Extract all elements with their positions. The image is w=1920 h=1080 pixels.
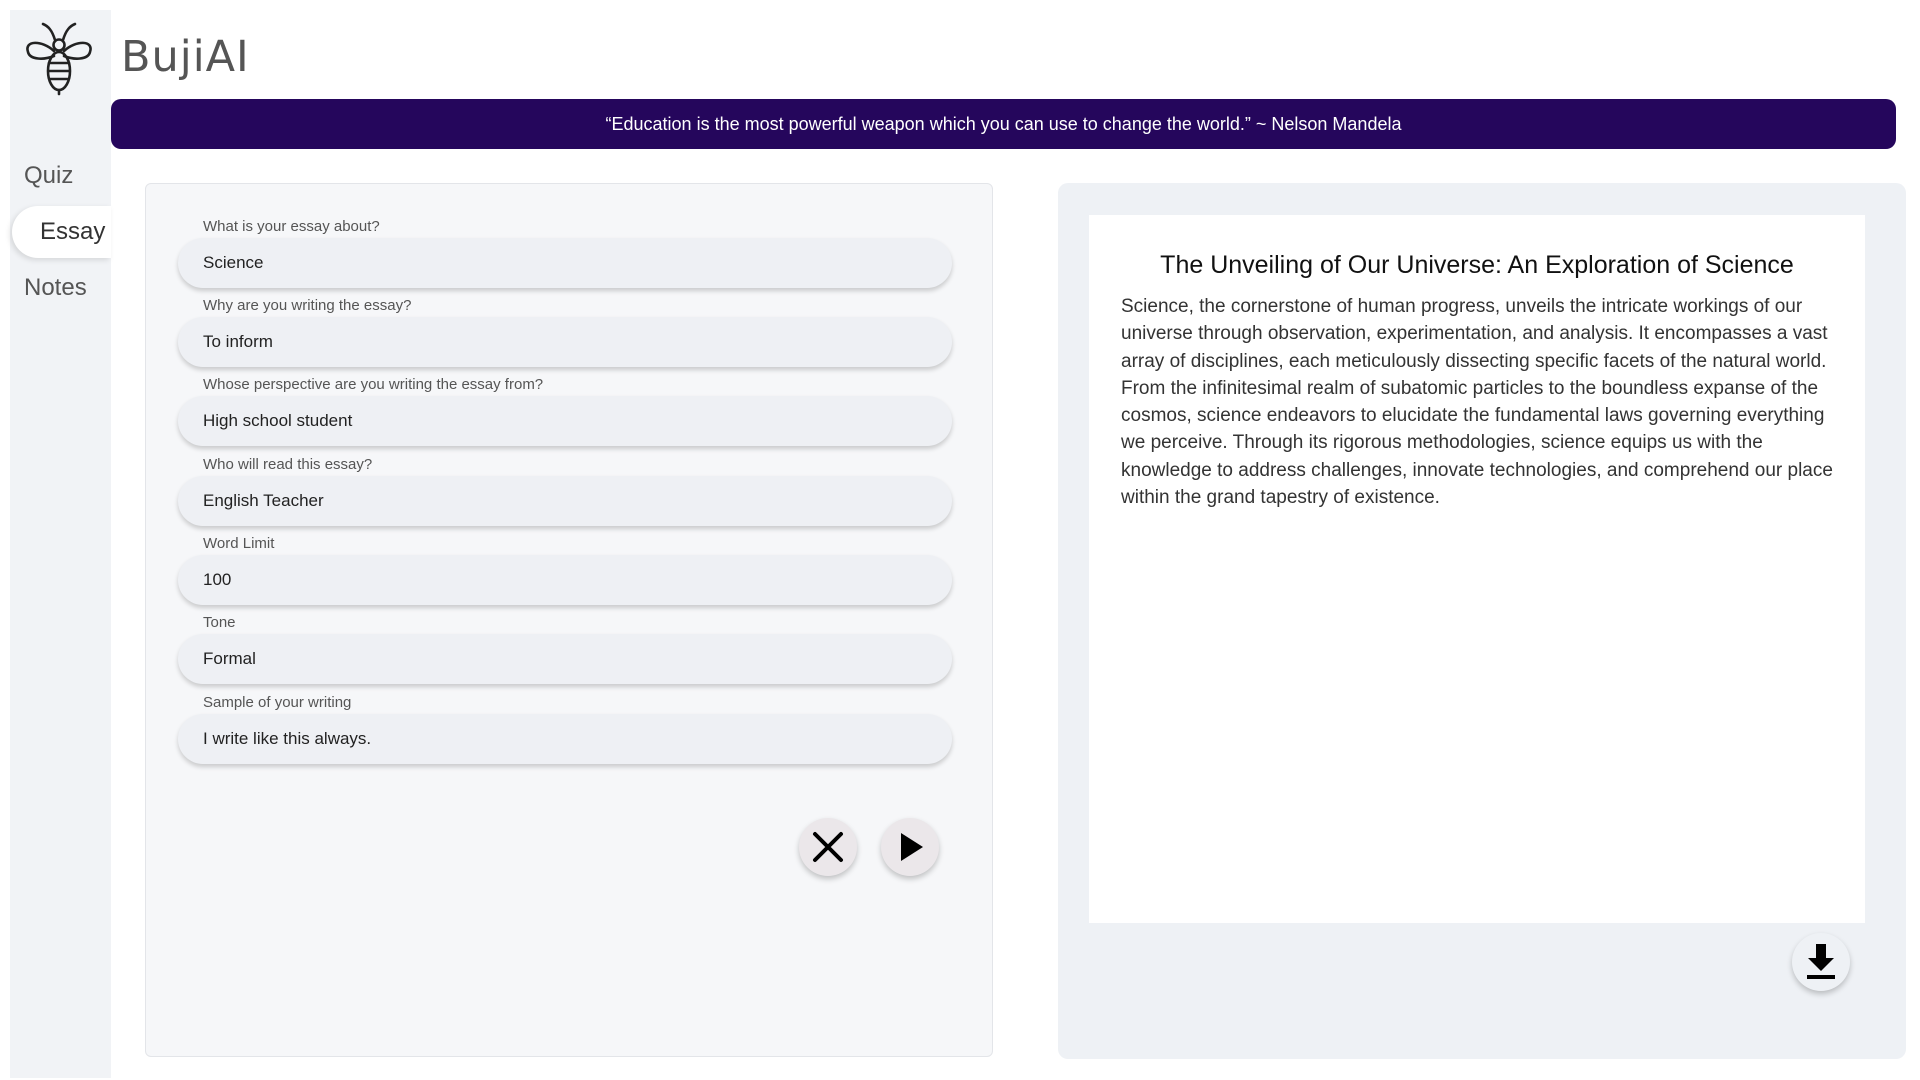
field-label-topic: What is your essay about?: [203, 218, 380, 235]
field-label-purpose: Why are you writing the essay?: [203, 297, 412, 314]
word-limit-input[interactable]: 100: [178, 555, 952, 605]
app-title: BujiAI: [121, 32, 250, 82]
essay-title: The Unveiling of Our Universe: An Explor…: [1160, 251, 1794, 279]
download-button[interactable]: [1792, 933, 1850, 991]
field-label-word-limit: Word Limit: [203, 535, 275, 552]
download-icon: [1807, 944, 1835, 979]
sidebar-item-label: Notes: [24, 274, 87, 301]
sidebar-item-essay[interactable]: Essay: [12, 206, 111, 258]
sidebar-item-label: Quiz: [24, 162, 74, 189]
field-label-audience: Who will read this essay?: [203, 456, 373, 473]
field-label-writing-sample: Sample of your writing: [203, 694, 352, 711]
quote-text: “Education is the most powerful weapon w…: [605, 113, 1402, 134]
sidebar-item-label: Essay: [40, 218, 106, 245]
sidebar-item-notes[interactable]: Notes: [12, 262, 111, 314]
writing-sample-input[interactable]: I write like this always.: [178, 714, 952, 764]
sidebar-item-quiz[interactable]: Quiz: [12, 150, 111, 202]
bee-logo-icon: [20, 18, 98, 96]
close-icon: [813, 832, 843, 862]
field-label-tone: Tone: [203, 614, 236, 631]
essay-form-panel: What is your essay about? Science Why ar…: [145, 183, 993, 1057]
generate-button[interactable]: [881, 818, 939, 876]
essay-output: The Unveiling of Our Universe: An Explor…: [1089, 215, 1865, 923]
purpose-input[interactable]: To inform: [178, 317, 952, 367]
essay-output-panel: The Unveiling of Our Universe: An Explor…: [1058, 183, 1906, 1059]
clear-button[interactable]: [799, 818, 857, 876]
quote-banner: “Education is the most powerful weapon w…: [111, 99, 1896, 149]
field-label-perspective: Whose perspective are you writing the es…: [203, 376, 544, 393]
essay-body: Science, the cornerstone of human progre…: [1121, 296, 1833, 509]
tone-input[interactable]: Formal: [178, 634, 952, 684]
perspective-input[interactable]: High school student: [178, 396, 952, 446]
audience-input[interactable]: English Teacher: [178, 476, 952, 526]
play-icon: [901, 833, 923, 861]
topic-input[interactable]: Science: [178, 238, 952, 288]
